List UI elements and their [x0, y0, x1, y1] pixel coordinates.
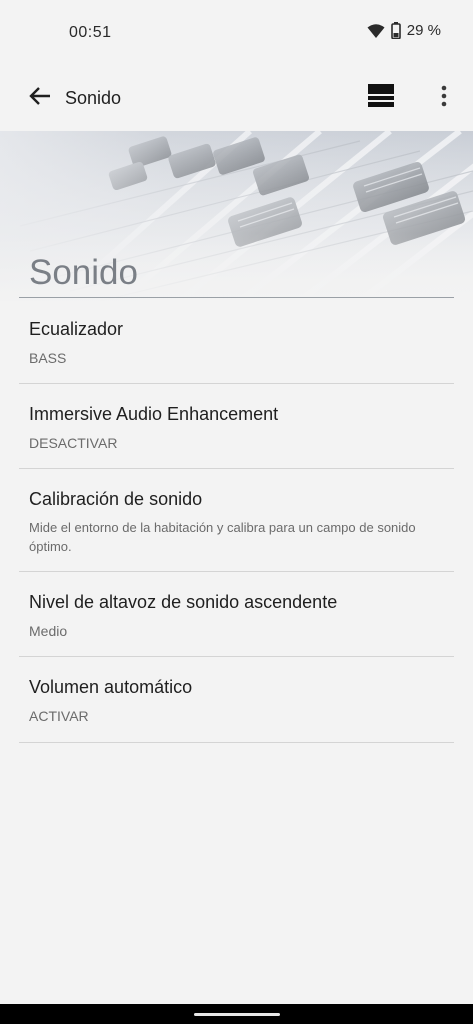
setting-title: Nivel de altavoz de sonido ascendente: [29, 592, 338, 612]
app-bar: Sonido: [0, 66, 473, 130]
setting-item-immersive-audio[interactable]: Immersive Audio Enhancement DESACTIVAR: [0, 384, 473, 469]
navigation-bar: [0, 1004, 473, 1024]
view-list-icon: [368, 83, 394, 113]
setting-item-volumen-automatico[interactable]: Volumen automático ACTIVAR: [0, 657, 473, 743]
back-button[interactable]: [22, 80, 58, 116]
setting-item-calibracion[interactable]: Calibración de sonido Mide el entorno de…: [0, 469, 473, 572]
list-divider: [19, 742, 454, 743]
setting-title: Immersive Audio Enhancement: [29, 404, 279, 424]
setting-subtitle: Medio: [29, 623, 68, 639]
page-title: Sonido: [65, 88, 122, 108]
setting-subtitle: Mide el entorno de la habitación y calib…: [29, 520, 416, 554]
section-header-title: Sonido: [29, 253, 138, 292]
settings-list: Ecualizador BASS Immersive Audio Enhance…: [0, 300, 473, 743]
setting-title: Volumen automático: [29, 677, 193, 697]
setting-subtitle: DESACTIVAR: [29, 435, 118, 451]
status-time: 00:51: [69, 24, 112, 41]
arrow-back-icon: [29, 86, 51, 111]
status-bar: 00:51 29 %: [0, 0, 473, 66]
wifi-icon: [367, 23, 385, 39]
setting-item-ecualizador[interactable]: Ecualizador BASS: [0, 300, 473, 384]
more-vert-icon: [441, 85, 447, 112]
setting-item-nivel-altavoz[interactable]: Nivel de altavoz de sonido ascendente Me…: [0, 572, 473, 657]
battery-percent: 29 %: [406, 22, 441, 39]
status-icons: 29 %: [367, 22, 441, 39]
setting-subtitle: ACTIVAR: [29, 708, 89, 724]
battery-icon: [390, 22, 401, 39]
gesture-handle[interactable]: [194, 1013, 280, 1016]
setting-title: Ecualizador: [29, 319, 124, 339]
header-divider: [19, 297, 454, 298]
setting-subtitle: BASS: [29, 350, 67, 366]
setting-title: Calibración de sonido: [29, 489, 203, 509]
view-toggle-button[interactable]: [364, 82, 398, 114]
more-options-button[interactable]: [428, 82, 460, 114]
